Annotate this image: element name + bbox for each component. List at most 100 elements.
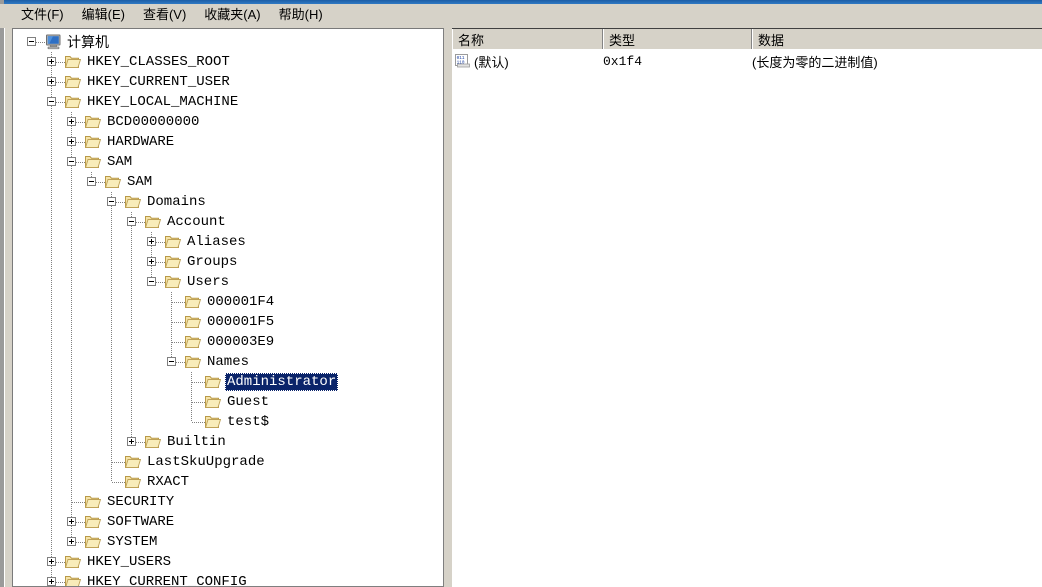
tree-node-security[interactable]: SECURITY <box>105 492 176 512</box>
tree-collapse-button[interactable] <box>107 197 116 206</box>
tree-collapse-button[interactable] <box>27 37 36 46</box>
tree-expand-button[interactable] <box>147 257 156 266</box>
tree-connector-line <box>51 252 52 272</box>
tree-collapse-button[interactable] <box>87 177 96 186</box>
folder-icon <box>64 55 82 69</box>
tree-node-groups[interactable]: Groups <box>185 252 239 272</box>
tree-node-system[interactable]: SYSTEM <box>105 532 159 552</box>
computer-icon <box>45 34 63 50</box>
tree-node-000003e9[interactable]: 000003E9 <box>205 332 276 352</box>
tree-expand-button[interactable] <box>47 57 56 66</box>
tree-node-rxact[interactable]: RXACT <box>145 472 191 492</box>
registry-tree-pane[interactable]: 计算机 HKEY_CLASSES_ROOT HKEY_CURRENT_USER HKE… <box>12 28 444 587</box>
folder-icon <box>164 255 182 269</box>
tree-node-administrator[interactable]: Administrator <box>225 372 339 392</box>
tree-node-lastskuupgrade[interactable]: LastSkuUpgrade <box>145 452 267 472</box>
tree-node-label: SAM <box>127 174 153 190</box>
folder-icon <box>124 195 142 209</box>
tree-expand-button[interactable] <box>47 577 56 586</box>
folder-icon-glyph <box>64 96 82 108</box>
tree-node-hkey-classes-root[interactable]: HKEY_CLASSES_ROOT <box>85 52 232 72</box>
menu-view[interactable]: 查看(V) <box>134 5 195 25</box>
tree-node-sam[interactable]: SAM <box>125 172 154 192</box>
tree-connector-line <box>192 422 206 423</box>
tree-connector-line <box>192 402 206 403</box>
tree-expand-button[interactable] <box>67 517 76 526</box>
folder-icon-glyph <box>84 116 102 128</box>
tree-node-names[interactable]: Names <box>205 352 251 372</box>
tree-expand-button[interactable] <box>47 77 56 86</box>
tree-expand-button[interactable] <box>47 557 56 566</box>
folder-icon <box>184 315 202 329</box>
tree-collapse-button[interactable] <box>147 277 156 286</box>
folder-icon <box>124 455 142 469</box>
tree-collapse-button[interactable] <box>47 97 56 106</box>
values-list-body[interactable]: 011 110 (默认) 0x1f4 (长度为零的二进制值) <box>452 49 1042 587</box>
tree-expand-button[interactable] <box>127 437 136 446</box>
tree-connector-line <box>71 372 72 392</box>
tree-node-builtin[interactable]: Builtin <box>165 432 228 452</box>
tree-node-hkey-users[interactable]: HKEY_USERS <box>85 552 173 572</box>
menu-file[interactable]: 文件(F) <box>12 5 73 25</box>
tree-collapse-button[interactable] <box>127 217 136 226</box>
tree-node-000001f5[interactable]: 000001F5 <box>205 312 276 332</box>
tree-collapse-button[interactable] <box>167 357 176 366</box>
tree-node-account[interactable]: Account <box>165 212 228 232</box>
folder-icon <box>164 235 182 249</box>
tree-connector-line <box>111 232 112 252</box>
column-name[interactable]: 名称 <box>452 29 603 49</box>
values-column-header: 名称 类型 数据 <box>452 28 1042 49</box>
value-row[interactable]: 011 110 (默认) 0x1f4 (长度为零的二进制值) <box>452 51 1042 71</box>
tree-connector-line <box>71 232 72 252</box>
tree-connector-line <box>131 272 132 292</box>
tree-connector-line <box>51 392 52 412</box>
binary-value-icon-glyph: 011110 <box>455 54 470 68</box>
tree-node-test-[interactable]: test$ <box>225 412 271 432</box>
tree-node-label: RXACT <box>147 474 190 490</box>
menu-favorites[interactable]: 收藏夹(A) <box>195 5 269 25</box>
column-type[interactable]: 类型 <box>603 29 752 49</box>
folder-icon <box>124 475 142 489</box>
menu-help[interactable]: 帮助(H) <box>270 5 332 25</box>
tree-node-software[interactable]: SOFTWARE <box>105 512 176 532</box>
tree-connector-line <box>51 352 52 372</box>
tree-node-label: LastSkuUpgrade <box>147 454 265 470</box>
tree-expand-button[interactable] <box>67 137 76 146</box>
tree-expand-button[interactable] <box>67 537 76 546</box>
svg-text:110: 110 <box>457 61 465 66</box>
folder-icon-glyph <box>124 196 142 208</box>
tree-connector-line <box>71 172 72 192</box>
tree-node-hardware[interactable]: HARDWARE <box>105 132 176 152</box>
tree-node-label: Builtin <box>167 434 226 450</box>
folder-icon-glyph <box>84 136 102 148</box>
tree-node-sam[interactable]: SAM <box>105 152 134 172</box>
tree-node-hkey-local-machine[interactable]: HKEY_LOCAL_MACHINE <box>85 92 240 112</box>
tree-collapse-button[interactable] <box>67 157 76 166</box>
tree-node-hkey-current-config[interactable]: HKEY_CURRENT_CONFIG <box>85 572 249 586</box>
column-data[interactable]: 数据 <box>752 29 1042 49</box>
tree-connector-line <box>51 272 52 292</box>
tree-expand-button[interactable] <box>67 117 76 126</box>
tree-node-users[interactable]: Users <box>185 272 231 292</box>
tree-node-000001f4[interactable]: 000001F4 <box>205 292 276 312</box>
folder-icon-glyph <box>184 336 202 348</box>
folder-icon <box>84 515 102 529</box>
tree-connector-line <box>71 332 72 352</box>
tree-expand-button[interactable] <box>147 237 156 246</box>
tree-node-guest[interactable]: Guest <box>225 392 271 412</box>
tree-connector-line <box>192 382 206 383</box>
tree-node-hkey-current-user[interactable]: HKEY_CURRENT_USER <box>85 72 232 92</box>
tree-node--[interactable]: 计算机 <box>65 32 111 52</box>
tree-connector-line <box>71 312 72 332</box>
tree-node-domains[interactable]: Domains <box>145 192 208 212</box>
tree-connector-line <box>131 332 132 352</box>
registry-values-pane[interactable]: 名称 类型 数据 011 110 (默认) 0x1f4 (长度为零的二进制值) <box>452 28 1042 587</box>
tree-node-bcd00000000[interactable]: BCD00000000 <box>105 112 201 132</box>
tree-node-aliases[interactable]: Aliases <box>185 232 248 252</box>
tree-node-label: Administrator <box>225 373 339 391</box>
window-frame-highlight <box>4 28 5 587</box>
tree-connector-line <box>51 372 52 392</box>
menu-edit[interactable]: 编辑(E) <box>73 5 134 25</box>
registry-tree[interactable]: 计算机 HKEY_CLASSES_ROOT HKEY_CURRENT_USER HKE… <box>13 29 443 586</box>
tree-connector-line <box>51 212 52 232</box>
